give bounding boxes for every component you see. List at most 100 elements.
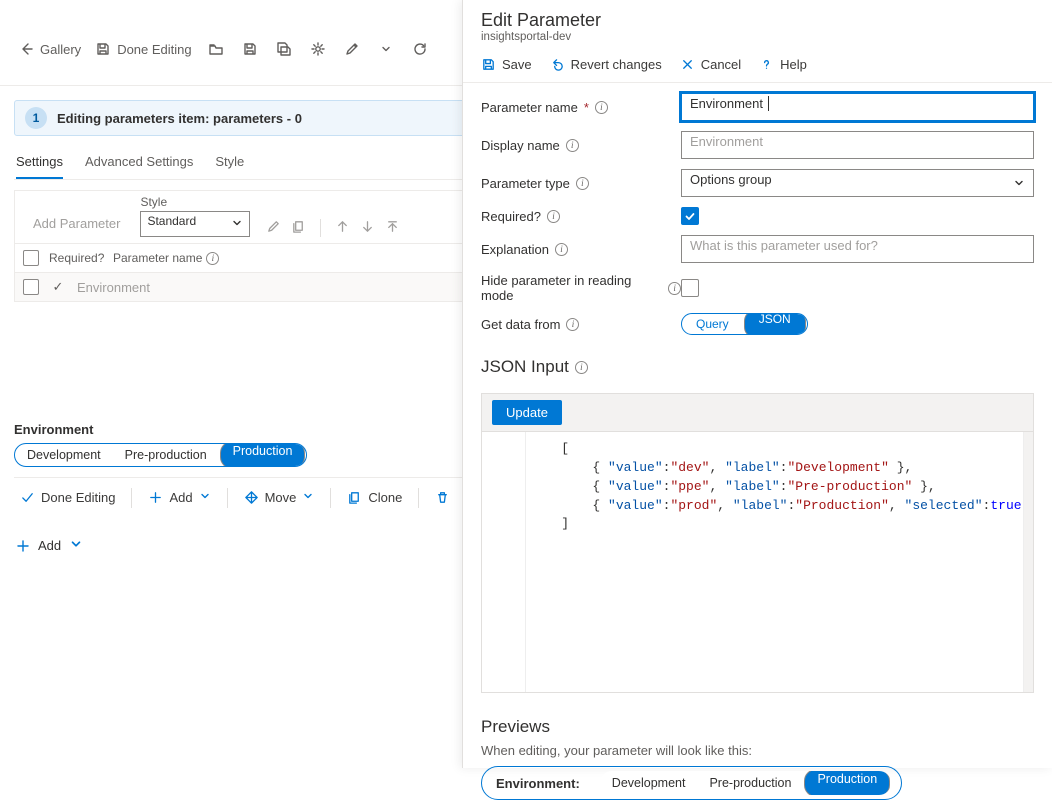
move-action[interactable]: Move [238,486,321,509]
data-source-toggle[interactable]: Query JSON [681,313,808,335]
style-select[interactable]: Standard [140,211,250,237]
add-step-button[interactable]: Add [16,537,83,554]
refresh-icon[interactable] [406,35,434,63]
info-icon: i [575,361,588,374]
tab-style[interactable]: Style [215,148,244,179]
previews-title: Previews [481,717,1034,737]
code-overview-ruler [1023,432,1033,692]
style-select-value: Standard [147,214,196,228]
close-icon [680,57,695,72]
previews-section: Previews When editing, your parameter wi… [463,693,1052,800]
data-source-query[interactable]: Query [682,316,743,332]
edit-parameter-flyout: Edit Parameter insightsportal-dev Save R… [462,0,1052,768]
plus-icon [16,539,30,553]
label-parameter-type: Parameter typei [481,176,681,191]
info-icon: i [576,177,589,190]
revert-button[interactable]: Revert changes [550,57,662,72]
label-parameter-name: Parameter name*i [481,100,681,115]
move-up-icon[interactable] [335,219,350,237]
explanation-input[interactable]: What is this parameter used for? [681,235,1034,263]
move-icon [244,490,259,505]
save-button[interactable]: Save [481,57,532,72]
option-pill[interactable]: Development [600,774,698,792]
edit-dropdown-icon[interactable] [372,35,400,63]
info-icon: i [668,282,681,295]
info-icon: i [555,243,568,256]
done-editing-label: Done Editing [117,42,191,57]
json-code-body[interactable]: [ { "value":"dev", "label":"Development"… [526,432,1023,692]
gallery-label: Gallery [40,42,81,57]
display-name-input[interactable]: Environment [681,131,1034,159]
chevron-down-icon [1013,177,1025,192]
done-editing-action[interactable]: Done Editing [14,486,121,509]
trash-icon [435,490,450,505]
required-checkbox[interactable] [681,207,699,225]
header-param-name: Parameter namei [113,251,373,265]
plus-icon [148,490,163,505]
flyout-title: Edit Parameter [481,10,1034,31]
label-get-data-from: Get data fromi [481,317,681,332]
clone-icon [347,490,362,505]
data-source-json[interactable]: JSON [744,313,806,335]
tab-advanced-settings[interactable]: Advanced Settings [85,148,193,179]
cancel-button[interactable]: Cancel [680,57,741,72]
option-pill[interactable]: Production [804,771,890,795]
settings-gear-icon[interactable] [304,35,332,63]
select-all-checkbox[interactable] [23,250,39,266]
open-icon[interactable] [202,35,230,63]
chevron-down-icon [231,217,243,232]
row-param-name: Environment [77,280,337,295]
info-icon: i [566,318,579,331]
flyout-command-bar: Save Revert changes Cancel Help [463,47,1052,83]
hide-parameter-checkbox[interactable] [681,279,699,297]
label-explanation: Explanationi [481,242,681,257]
header-required: Required? [49,251,103,265]
preview-options-group[interactable]: DevelopmentPre-productionProduction [600,771,891,795]
json-editor: Update [ { "value":"dev", "label":"Devel… [481,393,1034,693]
save-icon [95,41,111,57]
code-gutter [482,432,526,692]
parameter-form: Parameter name*i Environment Display nam… [463,83,1052,693]
parameter-name-input[interactable]: Environment [681,93,1034,121]
label-required: Required?i [481,209,681,224]
json-input-section-title: JSON Inputi [481,357,1034,377]
info-icon: i [206,252,219,265]
info-icon: i [595,101,608,114]
info-icon: i [547,210,560,223]
option-pill[interactable]: Pre-production [113,446,219,464]
label-display-name: Display namei [481,138,681,153]
done-editing-button[interactable]: Done Editing [91,37,195,61]
tab-settings[interactable]: Settings [16,148,63,179]
gallery-button[interactable]: Gallery [14,37,85,61]
option-pill[interactable]: Development [15,446,113,464]
preview-label: Environment: [496,776,580,791]
preview-parameter-row: Environment: DevelopmentPre-productionPr… [481,766,902,800]
info-icon: i [566,139,579,152]
save-icon [481,57,496,72]
move-top-icon[interactable] [385,219,400,237]
banner-text: Editing parameters item: parameters - 0 [57,111,302,126]
update-button[interactable]: Update [492,400,562,425]
banner-step-number: 1 [25,107,47,129]
parameter-type-select[interactable]: Options group [681,169,1034,197]
environment-options-group[interactable]: DevelopmentPre-productionProduction [14,443,307,467]
style-label: Style [140,195,250,209]
edit-pencil-icon[interactable] [338,35,366,63]
add-action[interactable]: Add [142,486,216,509]
required-check-icon: ✓ [49,279,67,295]
saveas-icon[interactable] [270,35,298,63]
option-pill[interactable]: Production [220,443,306,467]
help-icon [759,57,774,72]
save-disk-icon[interactable] [236,35,264,63]
add-parameter-button[interactable]: Add Parameter [23,210,130,237]
option-pill[interactable]: Pre-production [697,774,803,792]
label-hide-parameter: Hide parameter in reading modei [481,273,681,303]
clone-action[interactable]: Clone [341,486,408,509]
row-checkbox[interactable] [23,279,39,295]
chevron-down-icon [199,490,211,505]
edit-icon[interactable] [266,219,281,237]
delete-action[interactable] [429,486,456,509]
move-down-icon[interactable] [360,219,375,237]
help-button[interactable]: Help [759,57,807,72]
copy-icon[interactable] [291,219,306,237]
